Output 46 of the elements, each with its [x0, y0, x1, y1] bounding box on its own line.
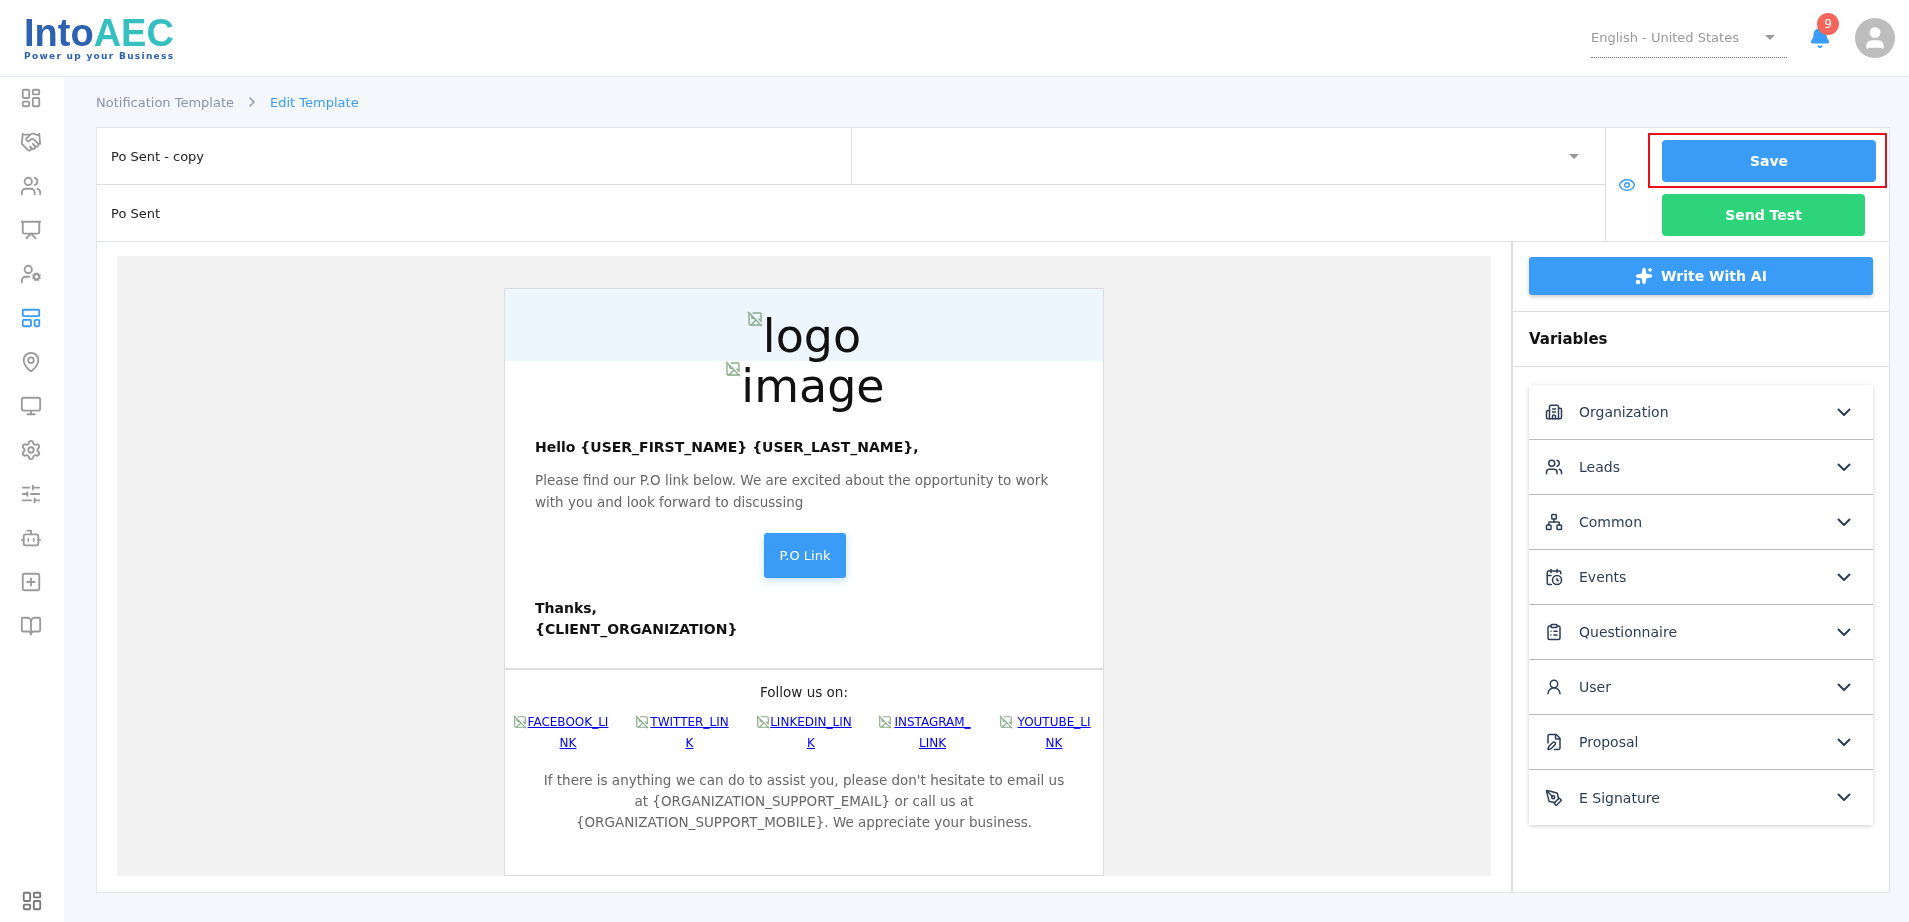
broken-image-icon — [756, 715, 770, 729]
avatar[interactable] — [1855, 18, 1895, 58]
template-name-field[interactable]: Po Sent - copy — [97, 128, 852, 184]
people-icon — [1545, 458, 1563, 476]
panel-title: Variables — [1513, 312, 1889, 367]
variable-group[interactable]: Leads — [1529, 440, 1873, 495]
variable-group[interactable]: Questionnaire — [1529, 605, 1873, 660]
sparkle-icon — [1635, 267, 1654, 285]
variable-group[interactable]: E Signature — [1529, 770, 1873, 825]
broken-image-icon — [634, 715, 649, 729]
social-link[interactable]: TWITTER_LINK — [634, 712, 731, 754]
variable-group[interactable]: User — [1529, 660, 1873, 715]
variable-group[interactable]: Common — [1529, 495, 1873, 550]
clipboard-icon — [1545, 623, 1563, 641]
logo-text: Into — [24, 15, 94, 51]
social-link[interactable]: FACEBOOK_LINK — [513, 712, 609, 754]
logo-alt-text: logo — [746, 311, 862, 361]
notification-badge: 9 — [1817, 13, 1839, 35]
footer-text: If there is anything we can do to assist you, please don't hesitate to email us at {ORGANIZATION_SUPPORT_EMAIL} or call us at {ORGANIZATION_SUPPORT_MOBILE}. We appreciate your business. — [542, 771, 1066, 832]
broken-image-icon — [999, 715, 1013, 729]
calendar-icon — [1545, 568, 1563, 586]
body-text: Please find our P.O link below. We are excited about the opportunity to work with you and look forward to discussing — [535, 471, 1050, 512]
broken-image-icon — [746, 311, 763, 327]
user-icon — [1545, 678, 1563, 696]
document-pen-icon — [1545, 733, 1563, 751]
broken-image-icon — [877, 715, 892, 729]
image-alt-text: image — [725, 361, 885, 411]
thanks-text: Thanks, — [535, 599, 598, 618]
pen-icon — [1545, 788, 1563, 807]
layout-icon[interactable] — [21, 890, 43, 912]
logo-accent-text: AEC — [93, 15, 174, 51]
subject-field[interactable]: Po Sent — [97, 185, 1605, 241]
broken-image-icon — [725, 361, 742, 377]
variable-group[interactable]: Events — [1529, 550, 1873, 605]
variable-group[interactable]: Organization — [1529, 385, 1873, 440]
greeting-text: Hello {USER_FIRST_NAME} {USER_LAST_NAME}, — [535, 439, 920, 455]
broken-image-icon — [513, 715, 527, 729]
building-icon — [1545, 403, 1563, 421]
social-link[interactable]: LINKEDIN_LINK — [756, 712, 852, 754]
social-link[interactable]: YOUTUBE_LINK — [999, 712, 1095, 754]
signature-text: {CLIENT_ORGANIZATION} — [535, 620, 739, 640]
hierarchy-icon — [1545, 513, 1563, 531]
logo-tagline: Power up your Business — [24, 51, 175, 61]
variable-group[interactable]: Proposal — [1529, 715, 1873, 770]
follow-text: Follow us on: — [760, 684, 848, 700]
social-link[interactable]: INSTAGRAM_LINK — [877, 712, 974, 754]
